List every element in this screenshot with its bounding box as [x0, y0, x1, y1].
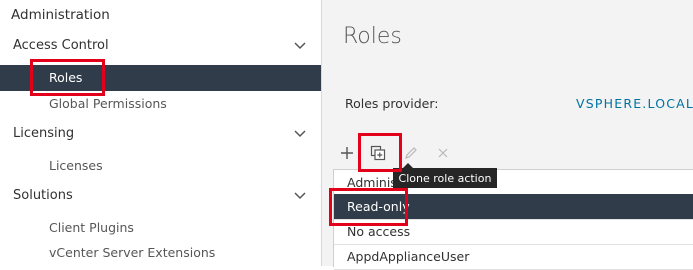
sidebar-section-access-control[interactable]: Access Control [0, 35, 321, 59]
add-role-button[interactable] [336, 142, 358, 164]
sidebar-item-label: Roles [49, 70, 83, 85]
sidebar: Administration Access Control Roles Glob… [0, 0, 322, 266]
role-label: No access [347, 224, 411, 239]
main-panel: Roles Roles provider: VSPHERE.LOCAL Admi… [322, 0, 693, 270]
sidebar-item-vcenter-server-extensions[interactable]: vCenter Server Extensions [0, 240, 321, 266]
list-item[interactable]: No access [334, 219, 693, 245]
sidebar-section-licensing[interactable]: Licensing [0, 123, 321, 147]
section-label: Solutions [13, 188, 73, 203]
roles-provider-dropdown[interactable]: VSPHERE.LOCAL [576, 96, 693, 111]
sidebar-title: Administration [11, 7, 110, 23]
section-label: Licensing [13, 126, 75, 141]
pencil-icon [405, 147, 417, 159]
sidebar-item-label: vCenter Server Extensions [49, 245, 216, 260]
roles-provider-label: Roles provider: [345, 96, 439, 111]
sidebar-section-solutions[interactable]: Solutions [0, 185, 321, 209]
clone-tooltip: Clone role action [393, 163, 497, 188]
list-item[interactable]: Read-only [334, 194, 693, 220]
plus-icon [341, 147, 353, 159]
page-title: Roles [343, 24, 402, 49]
sidebar-item-label: Client Plugins [49, 220, 134, 235]
sidebar-item-global-permissions[interactable]: Global Permissions [0, 91, 321, 117]
section-label: Access Control [13, 38, 109, 53]
role-label: Adminis [347, 175, 397, 190]
roles-list: Adminis Read-only No access AppdApplianc… [333, 169, 693, 270]
chevron-down-icon [294, 192, 306, 200]
edit-role-button[interactable] [400, 142, 422, 164]
x-icon [438, 148, 448, 158]
role-label: Read-only [347, 199, 410, 214]
list-item[interactable]: Adminis [334, 170, 693, 196]
sidebar-item-label: Global Permissions [49, 96, 167, 111]
list-item[interactable]: AppdApplianceUser [334, 244, 693, 270]
chevron-down-icon [294, 130, 306, 138]
sidebar-item-label: Licenses [49, 158, 103, 173]
sidebar-item-licenses[interactable]: Licenses [0, 153, 321, 179]
delete-role-button[interactable] [432, 142, 454, 164]
clone-role-button[interactable] [367, 142, 389, 164]
role-label: AppdApplianceUser [347, 249, 470, 264]
sidebar-item-roles[interactable]: Roles [0, 65, 321, 91]
clone-icon [370, 145, 386, 161]
chevron-down-icon [294, 42, 306, 50]
sidebar-item-client-plugins[interactable]: Client Plugins [0, 215, 321, 241]
